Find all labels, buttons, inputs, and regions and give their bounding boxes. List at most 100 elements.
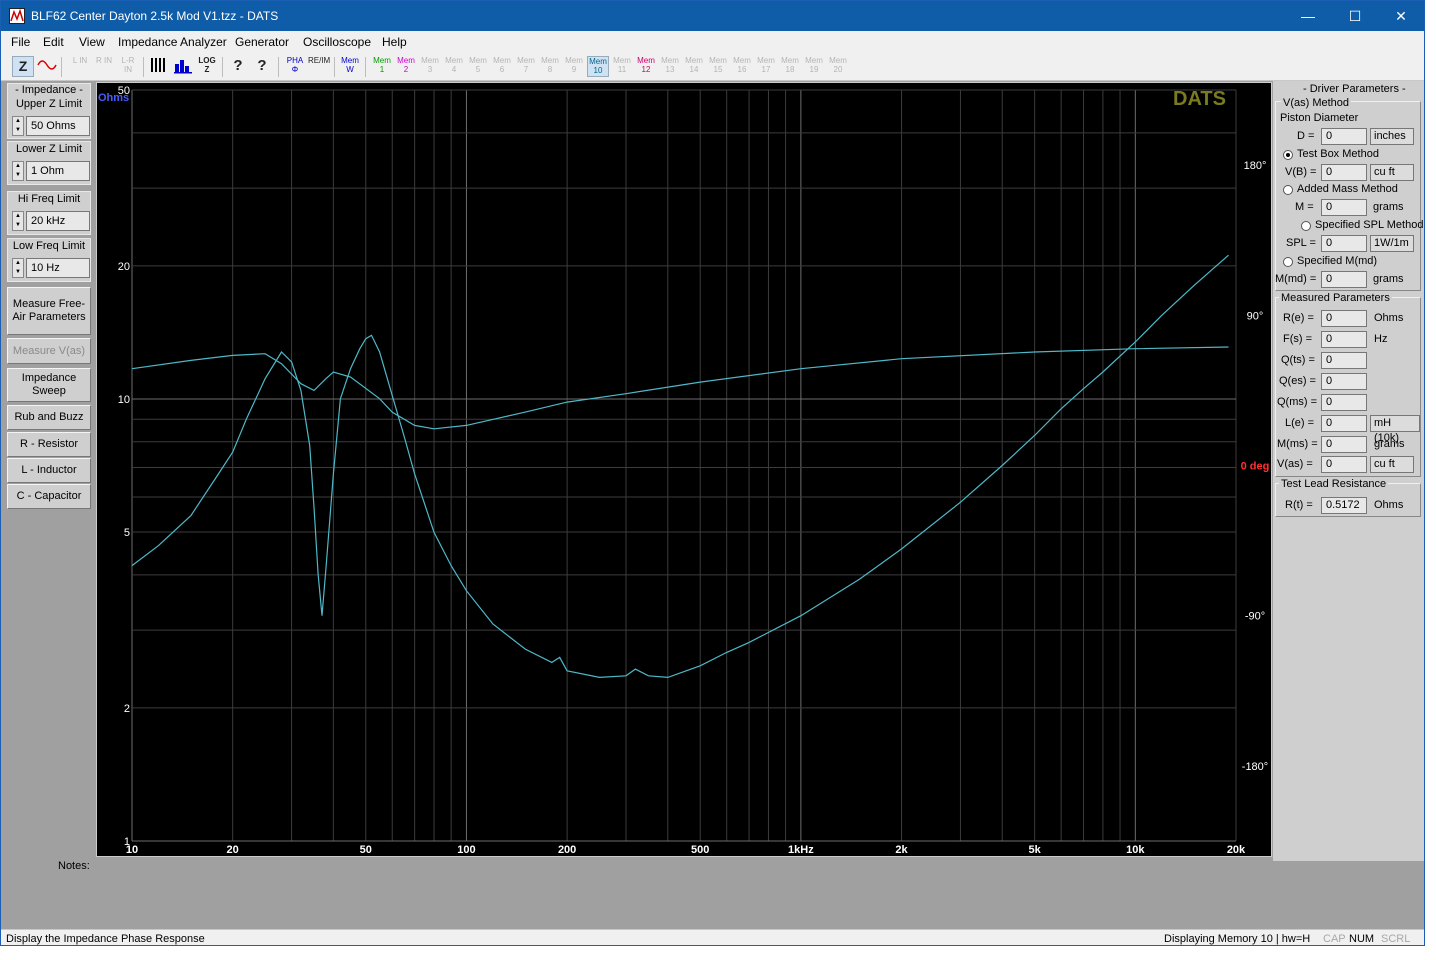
vb-input[interactable]: 0 — [1321, 164, 1367, 181]
mem-1-button[interactable]: Mem 1 — [371, 56, 393, 77]
d-input[interactable]: 0 — [1321, 128, 1367, 145]
m-label: M = — [1295, 201, 1314, 213]
impedance-z-button[interactable]: Z — [12, 56, 34, 77]
spin-arrows-icon[interactable]: ▲ ▼ — [12, 258, 24, 278]
fs-label: F(s) = — [1283, 333, 1313, 345]
minimize-button[interactable]: — — [1285, 1, 1331, 31]
mem-16-button[interactable]: Mem 16 — [731, 56, 753, 77]
left-input-button[interactable]: L IN — [69, 56, 91, 77]
d-unit[interactable]: inches — [1370, 128, 1414, 145]
bars-icon — [151, 58, 165, 72]
vas-input[interactable]: 0 — [1321, 456, 1367, 473]
m-unit: grams — [1373, 201, 1404, 213]
menu-file[interactable]: File — [11, 35, 30, 49]
mem-4-button[interactable]: Mem 4 — [443, 56, 465, 77]
mem-14-button[interactable]: Mem 14 — [683, 56, 705, 77]
lower-z-spinner[interactable]: ▲ ▼ 1 Ohm — [12, 161, 92, 181]
added-mass-label[interactable]: Added Mass Method — [1297, 183, 1398, 195]
fs-input[interactable]: 0 — [1321, 331, 1367, 348]
mem-10-button[interactable]: Mem 10 — [587, 56, 609, 77]
maximize-button[interactable]: ☐ — [1332, 1, 1378, 31]
specified-mmd-radio[interactable] — [1283, 257, 1293, 267]
context-help-icon[interactable]: ? — [251, 56, 273, 77]
menu-impedance-analyzer[interactable]: Impedance Analyzer — [118, 35, 227, 49]
mem-2-button[interactable]: Mem 2 — [395, 56, 417, 77]
mem-15-button[interactable]: Mem 15 — [707, 56, 729, 77]
re-im-button[interactable]: RE/IM — [308, 56, 330, 77]
measure-free-air-button[interactable]: Measure Free-Air Parameters — [7, 287, 91, 335]
impedance-plot[interactable]: 10 20 50 100 200 500 1kHz 2k 5k 10k 20k 50 20 10 5 2 1 18… — [96, 82, 1272, 857]
mem-7-button[interactable]: Mem 7 — [515, 56, 537, 77]
vas-unit[interactable]: cu ft — [1370, 456, 1414, 473]
markers-button[interactable] — [148, 56, 170, 77]
added-mass-radio[interactable] — [1283, 185, 1293, 195]
status-num: NUM — [1349, 933, 1375, 945]
mem-12-button[interactable]: Mem 12 — [635, 56, 657, 77]
log-z-button[interactable]: LOG Z — [196, 56, 218, 77]
mem-5-button[interactable]: Mem 5 — [467, 56, 489, 77]
mem-13-button[interactable]: Mem 13 — [659, 56, 681, 77]
mem-3-button[interactable]: Mem 3 — [419, 56, 441, 77]
measure-vas-button[interactable]: Measure V(as) — [7, 338, 91, 364]
help-icon[interactable]: ? — [227, 56, 249, 77]
specified-spl-radio[interactable] — [1301, 221, 1311, 231]
right-input-button[interactable]: R IN — [93, 56, 115, 77]
mem-6-button[interactable]: Mem 6 — [491, 56, 513, 77]
menu-oscilloscope[interactable]: Oscilloscope — [303, 35, 371, 49]
upper-z-input[interactable]: 50 Ohms — [26, 116, 90, 136]
rub-and-buzz-button[interactable]: Rub and Buzz — [7, 405, 91, 430]
hi-freq-input[interactable]: 20 kHz — [26, 211, 90, 231]
spin-arrows-icon[interactable]: ▲ ▼ — [12, 116, 24, 136]
resistor-button[interactable]: R - Resistor — [7, 432, 91, 457]
sine-wave-icon — [37, 60, 57, 70]
spl-unit[interactable]: 1W/1m — [1370, 235, 1414, 252]
low-freq-spinner[interactable]: ▲ ▼ 10 Hz — [12, 258, 92, 278]
mem-9-button[interactable]: Mem 9 — [563, 56, 585, 77]
phase-button[interactable]: PHA Φ — [284, 56, 306, 77]
mem-11-button[interactable]: Mem 11 — [611, 56, 633, 77]
menu-generator[interactable]: Generator — [235, 35, 289, 49]
close-button[interactable]: ✕ — [1378, 1, 1424, 31]
test-box-label[interactable]: Test Box Method — [1297, 148, 1379, 160]
re-input[interactable]: 0 — [1321, 310, 1367, 327]
upper-z-spinner[interactable]: ▲ ▼ 50 Ohms — [12, 116, 92, 136]
menu-help[interactable]: Help — [382, 35, 407, 49]
hi-freq-spinner[interactable]: ▲ ▼ 20 kHz — [12, 211, 92, 231]
test-box-radio[interactable] — [1283, 150, 1293, 160]
qts-input[interactable]: 0 — [1321, 352, 1367, 369]
spin-arrows-icon[interactable]: ▲ ▼ — [12, 211, 24, 231]
bar-graph-button[interactable] — [172, 56, 194, 77]
toolbar: Z L IN R IN L-R IN LOG Z ? ? PHA Φ RE/IM… — [1, 53, 1424, 81]
mmd-input[interactable]: 0 — [1321, 271, 1367, 288]
mms-input[interactable]: 0 — [1321, 436, 1367, 453]
qes-input[interactable]: 0 — [1321, 373, 1367, 390]
mem-17-button[interactable]: Mem 17 — [755, 56, 777, 77]
mem-18-button[interactable]: Mem 18 — [779, 56, 801, 77]
title-bar: BLF62 Center Dayton 2.5k Mod V1.tzz - DA… — [1, 1, 1424, 31]
m-input[interactable]: 0 — [1321, 199, 1367, 216]
impedance-header: - Impedance - — [15, 84, 83, 96]
mem-write-button[interactable]: Mem W — [339, 56, 361, 77]
vb-label: V(B) = — [1285, 166, 1317, 178]
lower-z-input[interactable]: 1 Ohm — [26, 161, 90, 181]
inductor-button[interactable]: L - Inductor — [7, 458, 91, 483]
sine-wave-button[interactable] — [36, 56, 58, 77]
mem-19-button[interactable]: Mem 19 — [803, 56, 825, 77]
impedance-sweep-button[interactable]: Impedance Sweep — [7, 368, 91, 402]
spl-input[interactable]: 0 — [1321, 235, 1367, 252]
spin-arrows-icon[interactable]: ▲ ▼ — [12, 161, 24, 181]
vb-unit[interactable]: cu ft — [1370, 164, 1414, 181]
menu-edit[interactable]: Edit — [43, 35, 64, 49]
qms-input[interactable]: 0 — [1321, 394, 1367, 411]
le-unit[interactable]: mH (10k) — [1370, 415, 1420, 444]
low-freq-input[interactable]: 10 Hz — [26, 258, 90, 278]
mem-20-button[interactable]: Mem 20 — [827, 56, 849, 77]
le-input[interactable]: 0 — [1321, 415, 1367, 432]
rt-input[interactable]: 0.5172 — [1321, 497, 1367, 514]
menu-view[interactable]: View — [79, 35, 105, 49]
left-right-input-button[interactable]: L-R IN — [117, 56, 139, 77]
specified-spl-label[interactable]: Specified SPL Method — [1315, 219, 1423, 231]
capacitor-button[interactable]: C - Capacitor — [7, 484, 91, 509]
specified-mmd-label[interactable]: Specified M(md) — [1297, 255, 1377, 267]
mem-8-button[interactable]: Mem 8 — [539, 56, 561, 77]
